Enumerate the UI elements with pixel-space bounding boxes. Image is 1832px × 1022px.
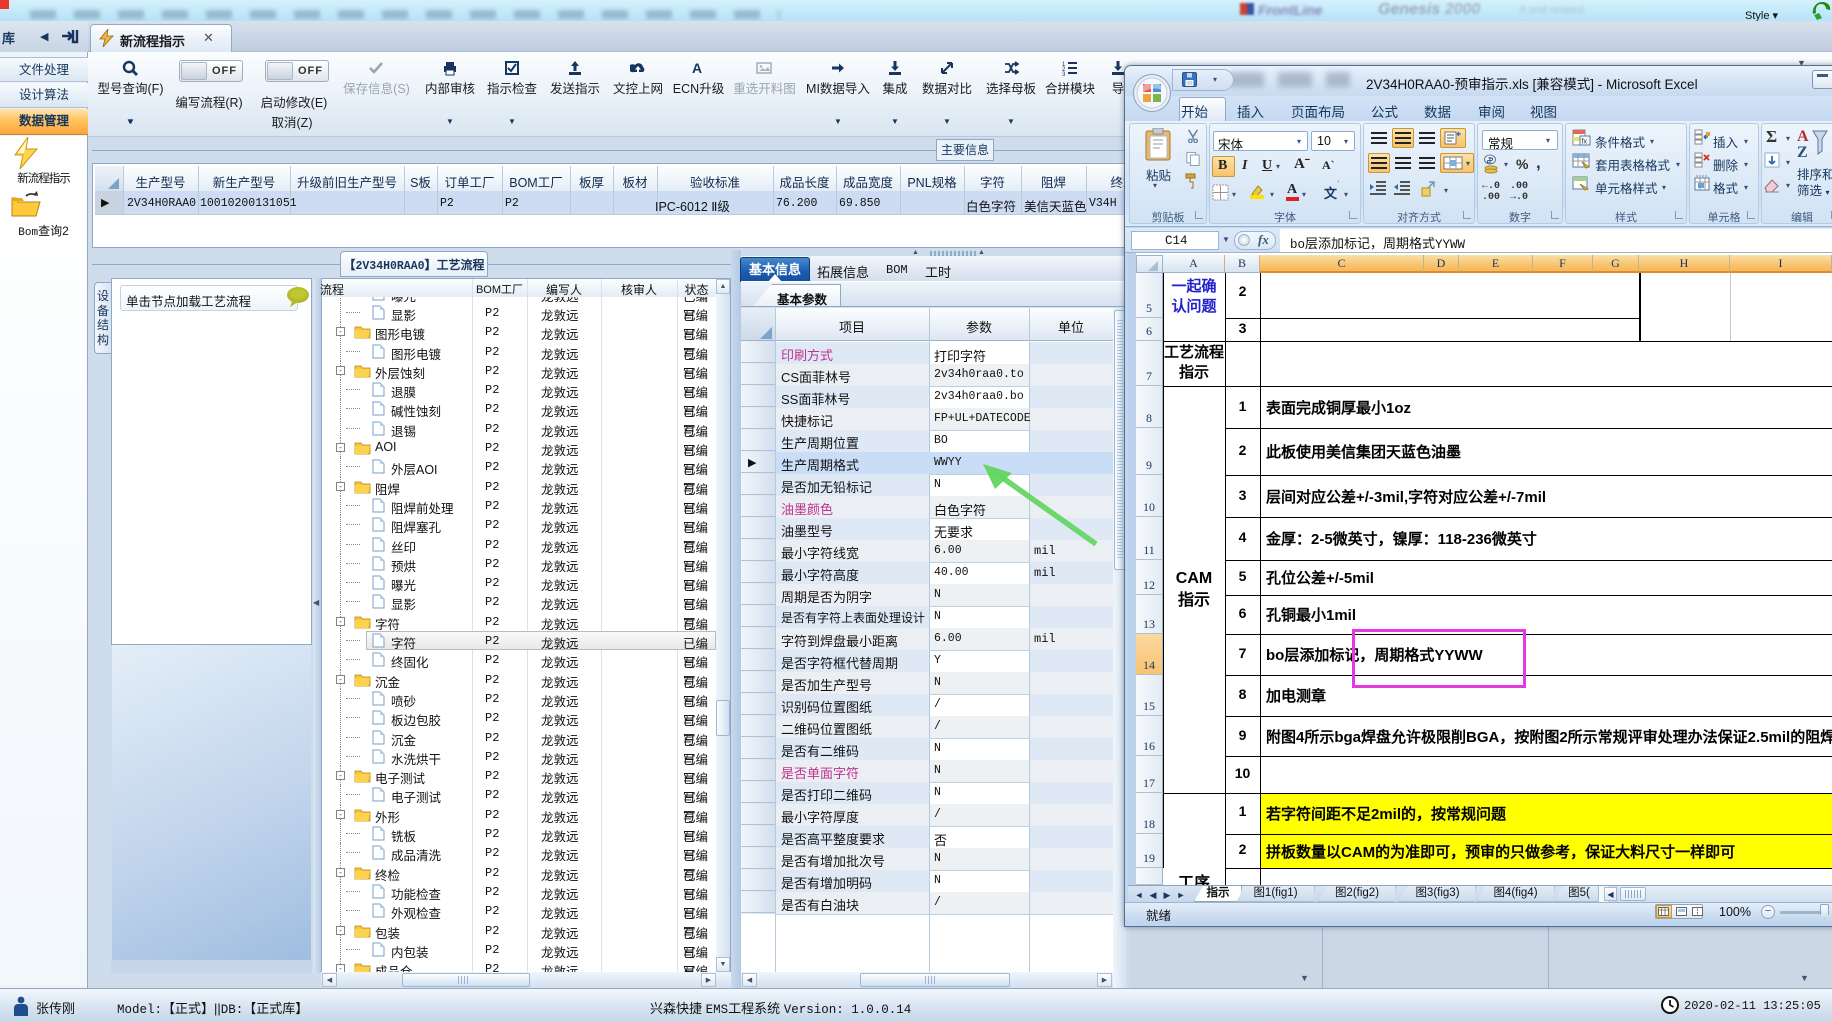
svg-text:A: A (692, 60, 702, 76)
svg-text:3: 3 (1062, 72, 1066, 76)
svg-text:fx: fx (1582, 139, 1588, 146)
